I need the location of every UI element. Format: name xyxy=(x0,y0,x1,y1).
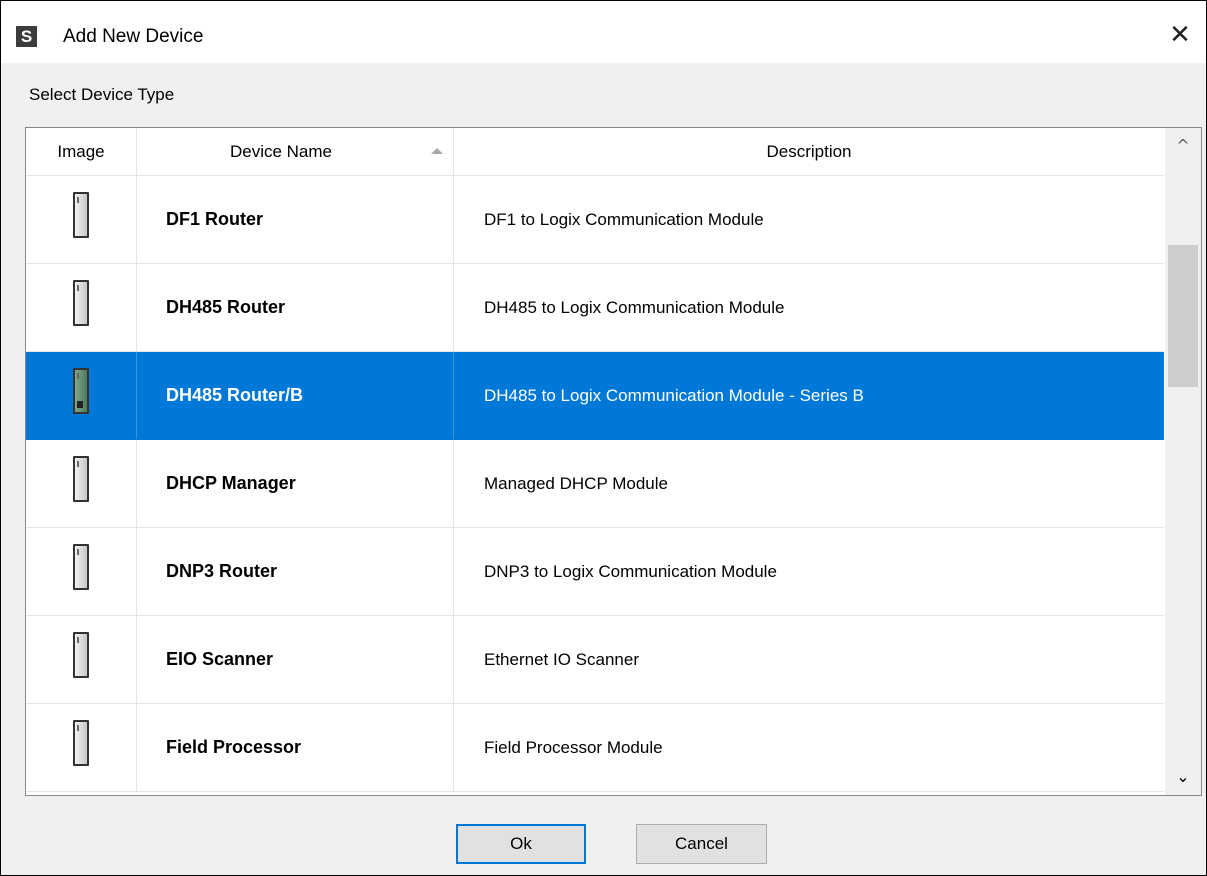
vertical-scrollbar[interactable]: ^ ⌄ xyxy=(1165,128,1201,795)
scrollbar-thumb[interactable] xyxy=(1168,245,1198,387)
title-bar: S Add New Device ✕ xyxy=(1,1,1206,63)
table-row[interactable]: Field Processor Field Processor Module xyxy=(26,704,1164,792)
device-name: DH485 Router xyxy=(137,264,454,351)
sort-ascending-icon xyxy=(431,148,443,154)
device-name: DH485 Router/B xyxy=(137,352,454,439)
device-name: EIO Scanner xyxy=(137,616,454,703)
device-type-list[interactable]: Image Device Name Description DF1 Router… xyxy=(25,127,1202,796)
device-image-cell xyxy=(26,264,137,351)
table-row[interactable]: DH485 Router/B DH485 to Logix Communicat… xyxy=(26,352,1164,440)
close-button[interactable]: ✕ xyxy=(1160,13,1200,57)
device-image-cell xyxy=(26,352,137,439)
table-row[interactable]: DHCP Manager Managed DHCP Module xyxy=(26,440,1164,528)
device-module-icon xyxy=(73,192,89,238)
column-header-description[interactable]: Description xyxy=(454,128,1164,175)
device-description: Ethernet IO Scanner xyxy=(484,650,639,669)
table-row[interactable]: DF1 Router DF1 to Logix Communication Mo… xyxy=(26,176,1164,264)
device-name: DF1 Router xyxy=(137,176,454,263)
device-module-icon xyxy=(73,456,89,502)
device-description: DNP3 to Logix Communication Module xyxy=(484,562,777,581)
column-header-device-name-label: Device Name xyxy=(229,142,333,161)
device-image-cell xyxy=(26,704,137,791)
device-image-cell xyxy=(26,616,137,703)
device-name: Field Processor xyxy=(137,704,454,791)
scroll-down-icon[interactable]: ⌄ xyxy=(1165,759,1201,795)
device-module-icon xyxy=(73,720,89,766)
device-image-cell xyxy=(26,440,137,527)
device-description: DH485 to Logix Communication Module xyxy=(484,298,785,317)
column-header-device-name[interactable]: Device Name xyxy=(137,128,454,175)
table-row[interactable]: DNP3 Router DNP3 to Logix Communication … xyxy=(26,528,1164,616)
app-logo-icon: S xyxy=(16,26,37,47)
section-label: Select Device Type xyxy=(29,85,175,104)
window-title: Add New Device xyxy=(63,26,204,47)
device-module-icon xyxy=(73,280,89,326)
list-rows: DF1 Router DF1 to Logix Communication Mo… xyxy=(26,176,1164,792)
column-header-image[interactable]: Image xyxy=(26,128,137,175)
device-description: Managed DHCP Module xyxy=(484,474,668,493)
device-image-cell xyxy=(26,528,137,615)
device-name: DHCP Manager xyxy=(137,440,454,527)
ok-button[interactable]: Ok xyxy=(456,824,586,864)
list-header: Image Device Name Description xyxy=(26,128,1164,176)
add-new-device-dialog: S Add New Device ✕ Select Device Type Im… xyxy=(0,0,1207,876)
device-module-icon xyxy=(73,632,89,678)
device-description: DF1 to Logix Communication Module xyxy=(484,210,764,229)
device-description: Field Processor Module xyxy=(484,738,663,757)
device-image-cell xyxy=(26,176,137,263)
table-row[interactable]: DH485 Router DH485 to Logix Communicatio… xyxy=(26,264,1164,352)
table-row[interactable]: EIO Scanner Ethernet IO Scanner xyxy=(26,616,1164,704)
device-description: DH485 to Logix Communication Module - Se… xyxy=(484,386,864,405)
device-module-icon xyxy=(73,544,89,590)
device-module-icon xyxy=(73,368,89,414)
device-name: DNP3 Router xyxy=(137,528,454,615)
scroll-up-icon[interactable]: ^ xyxy=(1165,128,1201,164)
cancel-button[interactable]: Cancel xyxy=(636,824,767,864)
